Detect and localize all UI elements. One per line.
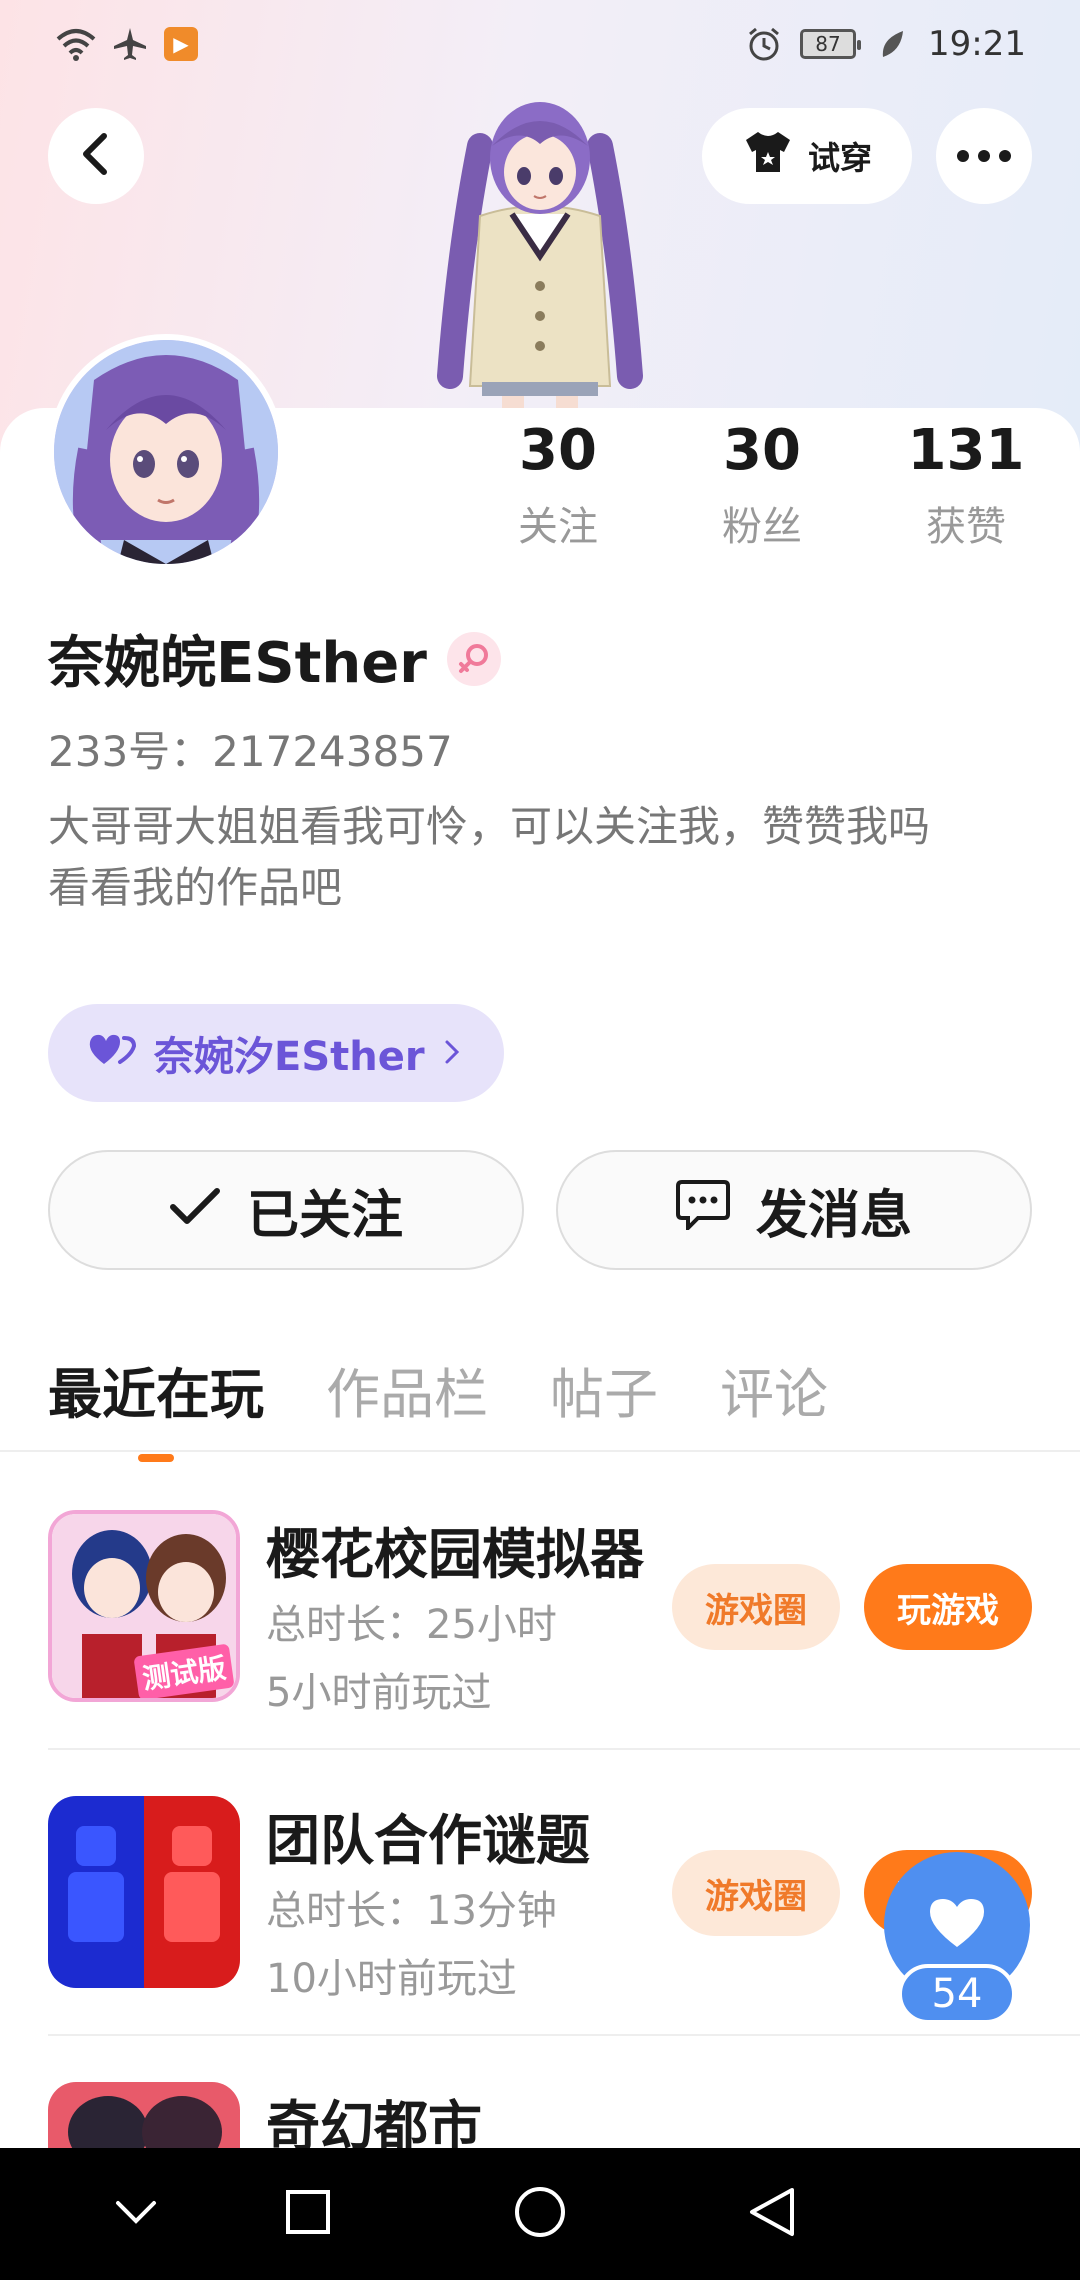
stat-following-count: 30 [519, 418, 597, 483]
home-button[interactable] [504, 2178, 576, 2250]
try-on-label: 试穿 [807, 139, 872, 177]
linked-account-button[interactable]: 奈婉汐ESther [48, 1004, 504, 1102]
bio-line: 大哥哥大姐姐看我可怜，可以关注我，赞赞我吗 [48, 802, 931, 851]
send-message-button[interactable]: 发消息 [556, 1150, 1032, 1270]
try-on-button[interactable]: 试穿 [702, 108, 912, 204]
game-title: 樱花校园模拟器 [266, 1523, 644, 1586]
status-time: 19:21 [928, 24, 1026, 64]
tab-recently-played[interactable]: 最近在玩 [48, 1350, 264, 1462]
chevron-down-icon [114, 2199, 158, 2229]
followed-button[interactable]: 已关注 [48, 1150, 524, 1270]
game-last-played: 5小时前玩过 [266, 1670, 492, 1716]
status-bar: ▶ 87 19:21 [0, 0, 1080, 92]
play-game-button[interactable]: 玩游戏 [864, 1564, 1032, 1650]
chevron-right-icon [443, 1030, 461, 1076]
circle-icon [514, 2186, 566, 2242]
send-message-label: 发消息 [755, 1185, 912, 1246]
like-count-badge: 54 [898, 1964, 1016, 2024]
chevron-left-icon [78, 132, 114, 180]
game-thumbnail [48, 2082, 240, 2148]
battery-indicator: 87 [800, 29, 862, 59]
recents-button[interactable] [272, 2178, 344, 2250]
user-bio: 大哥哥大姐姐看我可怜，可以关注我，赞赞我吗 看看我的作品吧 [48, 796, 1028, 918]
stat-fans[interactable]: 30 粉丝 [692, 420, 832, 552]
video-app-icon: ▶ [164, 27, 198, 61]
back-button[interactable] [48, 108, 144, 204]
profile-tabs: 最近在玩 作品栏 帖子 评论 [48, 1350, 828, 1462]
tab-divider [0, 1450, 1080, 1452]
stat-fans-count: 30 [723, 418, 801, 483]
username: 奈婉皖ESther [48, 631, 427, 696]
list-item[interactable]: 测试版 樱花校园模拟器 总时长：25小时 5小时前玩过 游戏圈 玩游戏 [0, 1510, 1080, 1716]
check-icon [169, 1180, 221, 1240]
game-thumbnail: 测试版 [48, 1510, 240, 1702]
female-gender-icon [446, 631, 501, 686]
followed-label: 已关注 [246, 1185, 403, 1246]
game-thumbnail [48, 1796, 240, 1988]
alarm-icon [744, 24, 784, 64]
user-id: 233号：217243857 [48, 727, 453, 776]
list-divider [48, 2034, 1080, 2036]
linked-account-name: 奈婉汐ESther [154, 1034, 425, 1080]
system-navigation-bar [0, 2148, 1080, 2280]
chat-bubble-icon [675, 1178, 730, 1243]
tab-posts[interactable]: 帖子 [550, 1350, 658, 1440]
airplane-icon [110, 24, 150, 64]
leaf-icon [872, 24, 912, 64]
stat-likes-label: 获赞 [926, 503, 1006, 550]
wifi-icon [56, 24, 96, 64]
list-divider [48, 1748, 1080, 1750]
tab-works[interactable]: 作品栏 [326, 1350, 488, 1440]
game-circle-button[interactable]: 游戏圈 [672, 1564, 840, 1650]
back-nav-button[interactable] [736, 2178, 808, 2250]
list-item[interactable]: 奇幻都市 [0, 2082, 1080, 2148]
game-play-duration: 总时长：25小时 [266, 1602, 557, 1648]
more-dots-icon [957, 147, 1011, 166]
username-row: 奈婉皖ESther [48, 618, 501, 699]
stat-following[interactable]: 30 关注 [488, 420, 628, 552]
double-heart-icon [88, 1030, 137, 1076]
stat-following-label: 关注 [518, 503, 598, 550]
game-circle-button[interactable]: 游戏圈 [672, 1850, 840, 1936]
more-options-button[interactable] [936, 108, 1032, 204]
stat-fans-label: 粉丝 [722, 503, 802, 550]
game-last-played: 10小时前玩过 [266, 1956, 517, 2002]
game-title: 团队合作谜题 [266, 1809, 590, 1872]
stat-likes-count: 131 [907, 418, 1025, 483]
game-title: 奇幻都市 [266, 2095, 482, 2148]
square-icon [285, 2189, 331, 2239]
triangle-back-icon [748, 2186, 796, 2242]
heart-icon [928, 1897, 986, 1953]
bio-line: 看看我的作品吧 [48, 863, 343, 912]
hide-navbar-button[interactable] [100, 2178, 172, 2250]
game-play-duration: 总时长：13分钟 [266, 1888, 557, 1934]
tshirt-icon [742, 130, 794, 182]
tab-comments[interactable]: 评论 [720, 1350, 828, 1440]
avatar-character-illustration [420, 86, 660, 416]
stat-likes[interactable]: 131 获赞 [896, 420, 1036, 552]
user-avatar[interactable] [48, 334, 284, 570]
